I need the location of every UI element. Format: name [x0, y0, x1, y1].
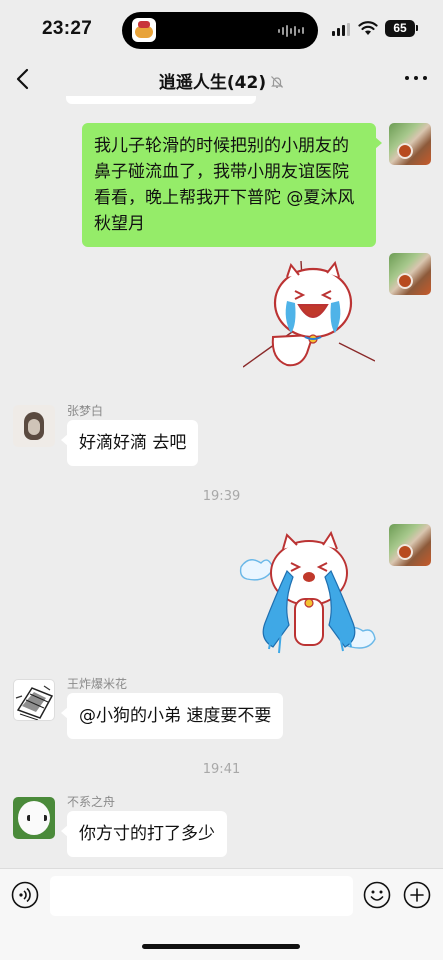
app-activity-icon [132, 18, 156, 42]
crying-cat-sticker[interactable] [243, 255, 375, 383]
bell-slash-icon [271, 76, 284, 88]
sketch-avatar-image [15, 685, 54, 720]
status-time: 23:27 [42, 18, 93, 39]
avatar-self[interactable] [389, 253, 431, 295]
avatar-wang-zha[interactable] [13, 679, 55, 721]
message-text: @小狗的小弟 速度要不要 [79, 706, 272, 726]
cellular-signal-icon [332, 23, 350, 36]
message-text: 好滴好滴 去吧 [79, 433, 187, 453]
message-bubble-other[interactable]: 你方寸的打了多少 [61, 811, 227, 857]
sender-name: 不系之舟 [67, 795, 116, 809]
home-indicator[interactable] [142, 944, 300, 949]
message-bubble-self[interactable]: 我儿子轮滑的时候把别的小朋友的鼻子碰流血了，我带小朋友谊医院看看，晚上帮我开下普… [82, 123, 382, 247]
avatar-self[interactable] [389, 524, 431, 566]
chat-title[interactable]: 逍遥人生(42) [0, 68, 443, 93]
message-text: 我儿子轮滑的时候把别的小朋友的鼻子碰流血了，我带小朋友谊医院看看，晚上帮我开下普… [94, 136, 355, 234]
message-bubble-other[interactable]: @小狗的小弟 速度要不要 [60, 693, 284, 739]
battery-cap [416, 25, 418, 31]
voice-icon[interactable] [11, 881, 39, 909]
avatar-self[interactable] [389, 123, 431, 165]
ellipsis-icon[interactable] [405, 74, 427, 82]
bawling-cat-sticker[interactable] [239, 527, 377, 657]
message-text: 你方寸的打了多少 [79, 824, 215, 844]
message-input[interactable] [50, 876, 353, 916]
message-bubble-other[interactable]: 好滴好滴 去吧 [60, 420, 199, 466]
dynamic-island [122, 12, 318, 49]
time-divider: 19:39 [202, 489, 241, 504]
status-bar: 23:27 65 [0, 0, 443, 58]
battery-level: 65 [385, 20, 415, 37]
audio-wave-icon [278, 23, 304, 38]
avatar-bu-xi-zhi-zhou[interactable] [13, 797, 55, 839]
sender-name: 张梦白 [67, 404, 104, 418]
emoji-icon[interactable] [363, 881, 391, 909]
previous-message-bubble[interactable] [66, 96, 256, 104]
avatar-zhang-mengbai[interactable] [13, 405, 55, 447]
chat-title-text: 逍遥人生(42) [158, 73, 267, 93]
wifi-icon [358, 21, 378, 35]
sender-name: 王炸爆米花 [67, 677, 128, 691]
time-divider: 19:41 [202, 762, 241, 777]
plus-icon[interactable] [403, 881, 431, 909]
